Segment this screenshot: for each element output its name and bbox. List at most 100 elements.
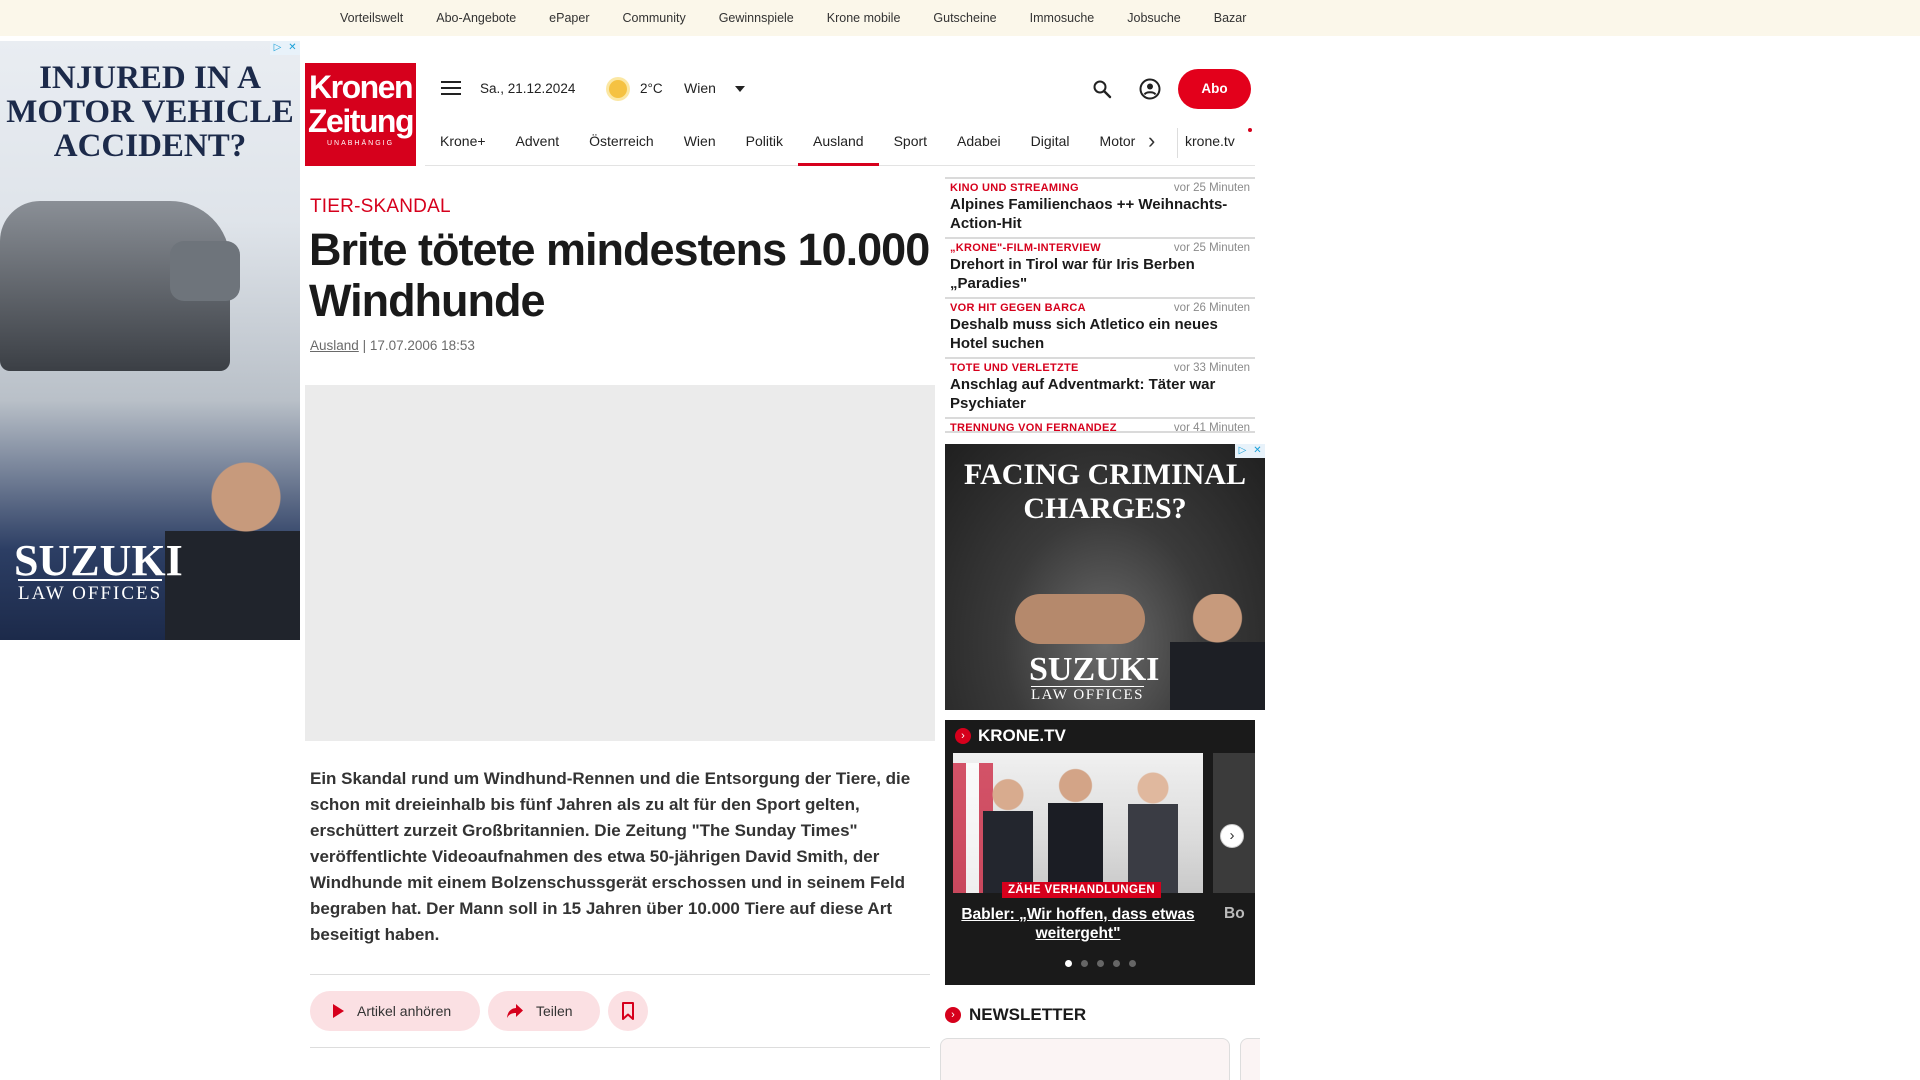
kronen-zeitung-logo[interactable]: Kronen Zeitung UNABHÄNGIG: [305, 63, 416, 166]
play-icon: [333, 1004, 344, 1018]
article-lead: Ein Skandal rund um Windhund-Rennen und …: [310, 769, 911, 944]
ad-close-icon[interactable]: ✕: [285, 41, 300, 55]
kronetv-title[interactable]: KRONE.TV: [978, 726, 1066, 746]
newsletter-card[interactable]: [940, 1038, 1230, 1080]
article-headline: Brite tötete mindestens 10.000 Windhunde: [309, 224, 930, 326]
logo-line1: Kronen: [309, 69, 414, 105]
article-section-link[interactable]: Ausland: [310, 338, 359, 353]
utility-link[interactable]: Community: [622, 11, 685, 25]
utility-link[interactable]: Abo-Angebote: [436, 11, 516, 25]
next-video-thumbnail[interactable]: [1213, 753, 1255, 893]
search-icon[interactable]: [1092, 79, 1112, 99]
news-time: vor 41 Minuten: [1173, 422, 1250, 433]
person-image: [1048, 765, 1103, 893]
news-item-header: „KRONE"-FILM-INTERVIEW vor 25 Minuten: [950, 242, 1250, 254]
logo-line2: Zeitung: [307, 103, 415, 139]
nav-kronetv-link[interactable]: krone.tv: [1185, 133, 1235, 149]
news-item[interactable]: TRENNUNG VON FERNANDEZ vor 41 Minuten: [945, 417, 1255, 433]
chevron-right-icon: ›: [945, 1007, 961, 1023]
ad-brand-sub: LAW OFFICES: [18, 579, 163, 605]
carousel-dot[interactable]: [1097, 960, 1104, 967]
menu-icon[interactable]: [441, 81, 461, 97]
news-time: vor 33 Minuten: [1173, 362, 1250, 374]
video-badge: ZÄHE VERHANDLUNGEN: [1002, 882, 1162, 898]
bookmark-button[interactable]: [608, 991, 648, 1031]
share-icon: [507, 1004, 523, 1018]
newsletter-card[interactable]: [1240, 1038, 1260, 1080]
user-account-icon[interactable]: [1139, 78, 1161, 100]
current-date: Sa., 21.12.2024: [480, 81, 576, 96]
person-image: [983, 773, 1033, 893]
share-button[interactable]: Teilen: [488, 991, 600, 1031]
next-video-caption[interactable]: Bo: [1224, 905, 1245, 923]
chevron-down-icon[interactable]: [735, 86, 745, 92]
ad-brand-sub: LAW OFFICES: [1031, 686, 1144, 703]
news-time: vor 25 Minuten: [1173, 242, 1250, 254]
divider: [310, 1047, 930, 1048]
ad-choices[interactable]: ▷ ✕: [1235, 444, 1265, 458]
news-item[interactable]: „KRONE"-FILM-INTERVIEW vor 25 Minuten Dreh…: [945, 237, 1255, 297]
carousel-dot[interactable]: [1113, 960, 1120, 967]
nav-item-politik[interactable]: Politik: [731, 124, 798, 166]
utility-link[interactable]: Vorteilswelt: [340, 11, 403, 25]
nav-item-österreich[interactable]: Österreich: [574, 124, 669, 166]
left-advertisement[interactable]: INJURED IN A MOTOR VEHICLE ACCIDENT? SUZ…: [0, 41, 300, 640]
news-item[interactable]: KINO UND STREAMING vor 25 Minuten Alpines …: [945, 177, 1255, 237]
chevron-right-icon: ›: [955, 728, 971, 744]
right-advertisement[interactable]: FACING CRIMINAL CHARGES? SUZUKI LAW OFFI…: [945, 444, 1265, 710]
city-selector[interactable]: Wien: [684, 80, 716, 96]
news-title[interactable]: Alpines Familienchaos ++ Weihnachts-Acti…: [950, 195, 1250, 233]
nav-item-ausland[interactable]: Ausland: [797, 124, 879, 166]
utility-link[interactable]: Gewinnspiele: [719, 11, 794, 25]
ad-lawyer-image: [1170, 594, 1265, 710]
carousel-dot[interactable]: [1081, 960, 1088, 967]
nav-item-digital[interactable]: Digital: [1016, 124, 1085, 166]
ad-brand: SUZUKI: [14, 536, 183, 585]
news-category: TRENNUNG VON FERNANDEZ: [950, 422, 1117, 433]
carousel-dots: [1065, 960, 1145, 967]
news-title[interactable]: Drehort in Tirol war für Iris Berben „Pa…: [950, 255, 1250, 293]
utility-link[interactable]: Krone mobile: [827, 11, 901, 25]
nav-item-advent[interactable]: Advent: [501, 124, 575, 166]
nav-item-motor[interactable]: Motor: [1085, 124, 1151, 166]
news-item-header: KINO UND STREAMING vor 25 Minuten: [950, 182, 1250, 194]
article-timestamp: 17.07.2006 18:53: [369, 338, 475, 353]
news-item[interactable]: VOR HIT GEGEN BARCA vor 26 Minuten Deshalb…: [945, 297, 1255, 357]
utility-link[interactable]: Gutscheine: [933, 11, 996, 25]
utility-link[interactable]: ePaper: [549, 11, 589, 25]
nav-item-wien[interactable]: Wien: [669, 124, 731, 166]
ad-close-icon[interactable]: ✕: [1250, 444, 1265, 458]
carousel-dot[interactable]: [1129, 960, 1136, 967]
news-item-header: TOTE UND VERLETZTE vor 33 Minuten: [950, 362, 1250, 374]
person-image: [1128, 768, 1178, 893]
video-caption[interactable]: Babler: „Wir hoffen, dass etwas weiterge…: [953, 905, 1203, 943]
nav-item-adabei[interactable]: Adabei: [942, 124, 1016, 166]
news-category: VOR HIT GEGEN BARCA: [950, 302, 1086, 314]
news-title[interactable]: Anschlag auf Adventmarkt: Täter war Psyc…: [950, 375, 1250, 413]
news-time: vor 25 Minuten: [1173, 182, 1250, 194]
article-kicker: TIER-SKANDAL: [310, 196, 451, 217]
nav-scroll-right-icon[interactable]: ›: [1148, 130, 1172, 154]
nav-item-krone-[interactable]: Krone+: [425, 124, 501, 166]
video-thumbnail[interactable]: [953, 753, 1203, 893]
listen-article-button[interactable]: Artikel anhören: [310, 991, 480, 1031]
ad-info-icon[interactable]: ▷: [1235, 444, 1250, 458]
news-item[interactable]: TOTE UND VERLETZTE vor 33 Minuten Anschlag…: [945, 357, 1255, 417]
abo-button[interactable]: Abo: [1178, 69, 1251, 109]
utility-link[interactable]: Jobsuche: [1127, 11, 1181, 25]
news-time: vor 26 Minuten: [1173, 302, 1250, 314]
listen-label: Artikel anhören: [357, 1003, 452, 1019]
utility-link[interactable]: Immosuche: [1030, 11, 1095, 25]
article-meta: Ausland | 17.07.2006 18:53: [310, 338, 475, 353]
ad-info-icon[interactable]: ▷: [270, 41, 285, 55]
news-title[interactable]: Deshalb muss sich Atletico ein neues Hot…: [950, 315, 1250, 353]
share-label: Teilen: [536, 1003, 573, 1019]
carousel-dot[interactable]: [1065, 960, 1072, 967]
nav-item-sport[interactable]: Sport: [879, 124, 942, 166]
news-item-header: VOR HIT GEGEN BARCA vor 26 Minuten: [950, 302, 1250, 314]
carousel-next-button[interactable]: ›: [1220, 824, 1244, 848]
divider: [310, 974, 930, 975]
ad-choices[interactable]: ▷ ✕: [270, 41, 300, 55]
ad-headline: INJURED IN A MOTOR VEHICLE ACCIDENT?: [6, 60, 294, 164]
utility-link[interactable]: Bazar: [1214, 11, 1247, 25]
